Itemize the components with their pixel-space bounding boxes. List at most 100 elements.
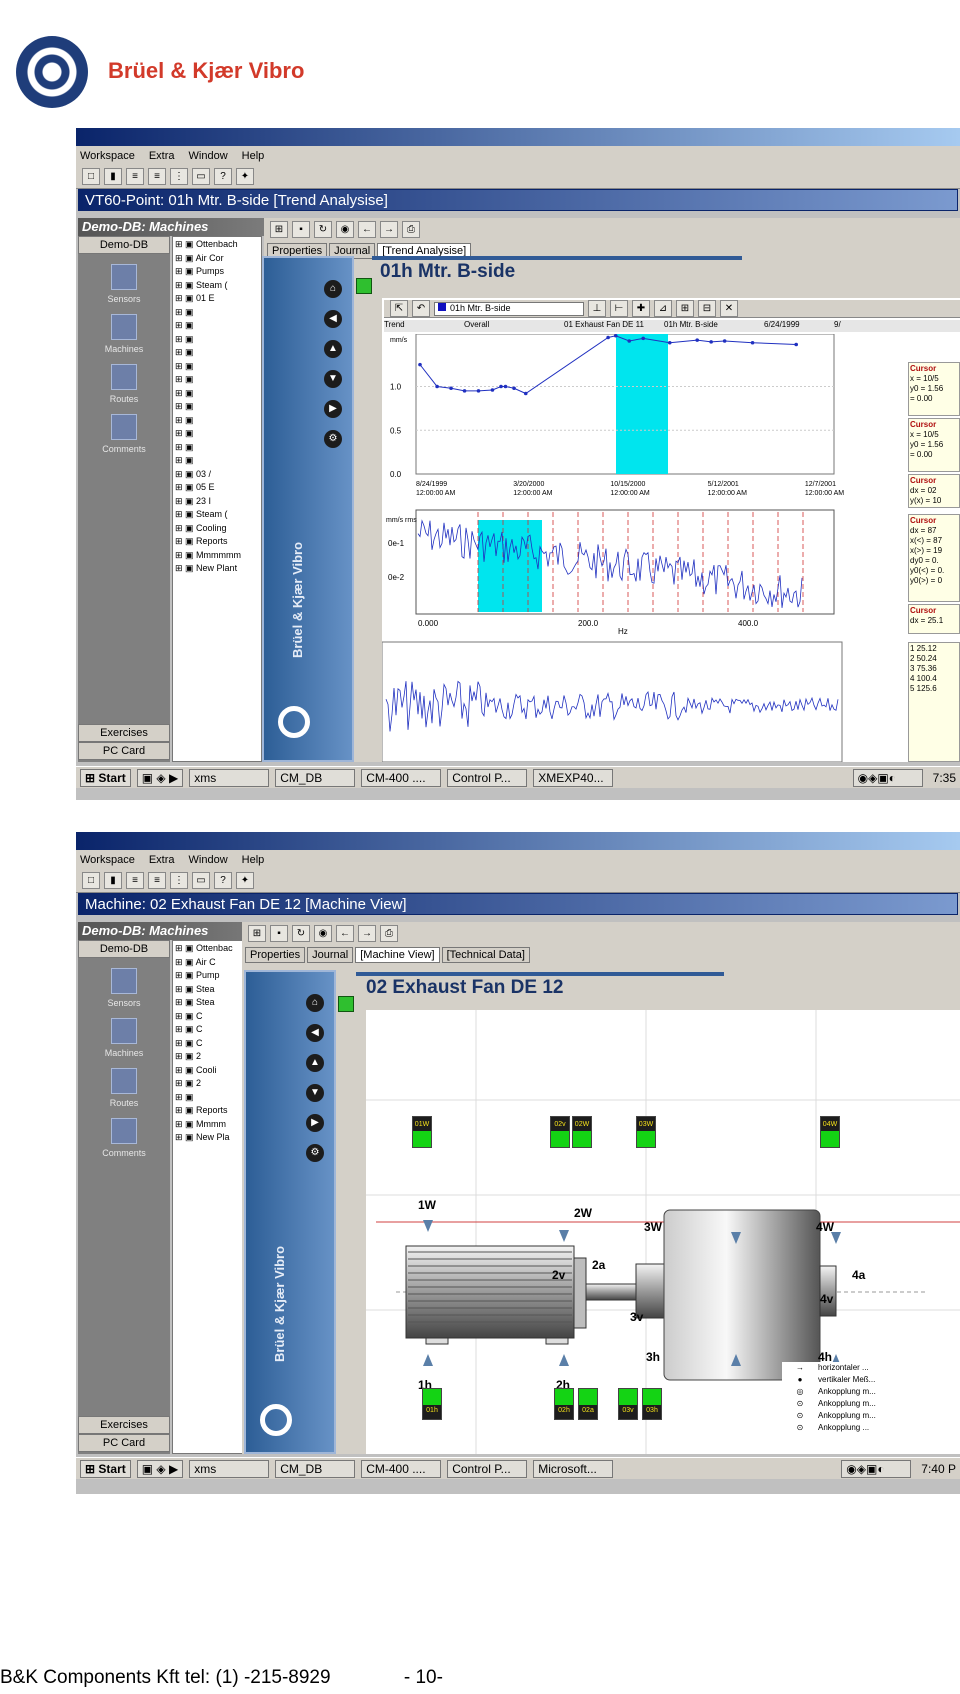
sensor-indicator[interactable]: 02a bbox=[578, 1388, 598, 1420]
measurement-point-label[interactable]: 1W bbox=[418, 1198, 436, 1212]
zoom-icon[interactable]: ⇱ bbox=[390, 300, 408, 317]
tree-node[interactable]: ⊞ ▣ bbox=[175, 401, 259, 415]
marker-icon[interactable]: ⊿ bbox=[654, 300, 672, 317]
tree-node[interactable]: ⊞ ▣ bbox=[175, 455, 259, 469]
tree-node[interactable]: ⊞ ▣ Pumps bbox=[175, 266, 259, 280]
tool-icon[interactable]: ✦ bbox=[236, 168, 254, 185]
menu-item[interactable]: Workspace bbox=[80, 150, 135, 162]
nav-item[interactable]: Machines bbox=[78, 314, 170, 354]
tree-node[interactable]: ⊞ ▣ C bbox=[175, 1011, 241, 1025]
measurement-point-label[interactable]: 3v bbox=[630, 1310, 643, 1324]
list-icon[interactable]: ≡ bbox=[126, 168, 144, 185]
menu-item[interactable]: Window bbox=[189, 150, 228, 162]
sensor-indicator[interactable]: 02h bbox=[554, 1388, 574, 1420]
down-arrow-icon[interactable]: ▼ bbox=[324, 370, 342, 388]
taskbar-item[interactable]: CM-400 .... bbox=[361, 1459, 442, 1478]
measurement-point-label[interactable]: 2a bbox=[592, 1258, 605, 1272]
tree-node[interactable]: ⊞ ▣ Stea bbox=[175, 984, 241, 998]
list-icon[interactable]: ≡ bbox=[148, 168, 166, 185]
menu-item[interactable]: Workspace bbox=[80, 854, 135, 866]
grid-icon[interactable]: ▭ bbox=[192, 872, 210, 889]
series-select[interactable]: 01h Mtr. B-side bbox=[434, 301, 584, 316]
sensor-indicator[interactable]: 04W bbox=[820, 1116, 840, 1148]
menu-item[interactable]: Extra bbox=[149, 150, 175, 162]
db-button[interactable]: Demo-DB bbox=[78, 236, 170, 254]
tree-node[interactable]: ⊞ ▣ bbox=[175, 442, 259, 456]
undo-icon[interactable]: ↶ bbox=[412, 300, 430, 317]
save-icon[interactable]: ▪ bbox=[292, 220, 310, 238]
exercises-button[interactable]: Exercises bbox=[78, 1416, 170, 1434]
help-icon[interactable]: ? bbox=[214, 168, 232, 185]
tree-node[interactable]: ⊞ ▣ Steam ( bbox=[175, 280, 259, 294]
forward-icon[interactable]: → bbox=[358, 924, 376, 942]
tree-node[interactable]: ⊞ ▣ Air Cor bbox=[175, 253, 259, 267]
right-arrow-icon[interactable]: ▶ bbox=[306, 1114, 324, 1132]
nav-item[interactable]: Comments bbox=[78, 1118, 170, 1158]
print-icon[interactable]: ⎙ bbox=[380, 924, 398, 942]
exercises-button[interactable]: Exercises bbox=[78, 724, 170, 742]
nav-item[interactable]: Sensors bbox=[78, 264, 170, 304]
cursor-icon[interactable]: ✚ bbox=[632, 300, 650, 317]
list-icon[interactable]: ≡ bbox=[126, 872, 144, 889]
nav-item[interactable]: Routes bbox=[78, 1068, 170, 1108]
tree-node[interactable]: ⊞ ▣ New Plant bbox=[175, 563, 259, 577]
tree-node[interactable]: ⊞ ▣ New Pla bbox=[175, 1132, 241, 1146]
sensor-indicator[interactable]: 01h bbox=[422, 1388, 442, 1420]
settings-icon[interactable]: ⚙ bbox=[306, 1144, 324, 1162]
nav-item[interactable]: Sensors bbox=[78, 968, 170, 1008]
tree-node[interactable]: ⊞ ▣ Steam ( bbox=[175, 509, 259, 523]
pccard-button[interactable]: PC Card bbox=[78, 742, 170, 760]
up-arrow-icon[interactable]: ▲ bbox=[324, 340, 342, 358]
taskbar-item[interactable]: CM_DB bbox=[275, 1459, 356, 1478]
tree-node[interactable]: ⊞ ▣ bbox=[175, 388, 259, 402]
measurement-point-label[interactable]: 3W bbox=[644, 1220, 662, 1234]
tree-node[interactable]: ⊞ ▣ bbox=[175, 1092, 241, 1106]
taskbar-item[interactable]: Control P... bbox=[447, 768, 528, 787]
tree-node[interactable]: ⊞ ▣ 2 bbox=[175, 1078, 241, 1092]
tab[interactable]: [Technical Data] bbox=[441, 947, 530, 963]
refresh-icon[interactable]: ↻ bbox=[314, 220, 332, 238]
quick-launch[interactable]: ▣ ◈ ▶ bbox=[136, 768, 184, 787]
list-icon[interactable]: ≡ bbox=[148, 872, 166, 889]
tree-node[interactable]: ⊞ ▣ bbox=[175, 307, 259, 321]
pccard-button[interactable]: PC Card bbox=[78, 1434, 170, 1452]
tree-node[interactable]: ⊞ ▣ C bbox=[175, 1024, 241, 1038]
taskbar-item[interactable]: xms bbox=[189, 1459, 270, 1478]
tree-node[interactable]: ⊞ ▣ 23 I bbox=[175, 496, 259, 510]
tree-icon[interactable]: ⊞ bbox=[248, 924, 266, 942]
tree-node[interactable]: ⊞ ▣ bbox=[175, 334, 259, 348]
print-icon[interactable]: ⎙ bbox=[402, 220, 420, 238]
tree-node[interactable]: ⊞ ▣ 01 E bbox=[175, 293, 259, 307]
view-icon[interactable]: ◉ bbox=[336, 220, 354, 238]
taskbar-item[interactable]: CM-400 .... bbox=[361, 768, 442, 787]
tree-node[interactable]: ⊞ ▣ Ottenbac bbox=[175, 943, 241, 957]
tree-node[interactable]: ⊞ ▣ Stea bbox=[175, 997, 241, 1011]
tab[interactable]: Properties bbox=[245, 947, 306, 963]
new-icon[interactable]: □ bbox=[82, 872, 100, 889]
back-icon[interactable]: ← bbox=[336, 924, 354, 942]
tree-icon[interactable]: ⊞ bbox=[270, 220, 288, 238]
sensor-indicator[interactable]: 03v bbox=[618, 1388, 638, 1420]
tree-node[interactable]: ⊞ ▣ bbox=[175, 428, 259, 442]
quick-launch[interactable]: ▣ ◈ ▶ bbox=[136, 1459, 184, 1478]
sensor-indicator[interactable]: 02v bbox=[550, 1116, 570, 1148]
taskbar-item[interactable]: xms bbox=[189, 768, 270, 787]
tree-node[interactable]: ⊞ ▣ bbox=[175, 415, 259, 429]
delete-icon[interactable]: ✕ bbox=[720, 300, 738, 317]
taskbar-item[interactable]: Control P... bbox=[447, 1459, 528, 1478]
tree-node[interactable]: ⊞ ▣ bbox=[175, 374, 259, 388]
tree-node[interactable]: ⊞ ▣ 2 bbox=[175, 1051, 241, 1065]
sensor-indicator[interactable]: 03W bbox=[636, 1116, 656, 1148]
tree-node[interactable]: ⊞ ▣ bbox=[175, 347, 259, 361]
new-icon[interactable]: □ bbox=[82, 168, 100, 185]
grid-icon[interactable]: ⋮ bbox=[170, 168, 188, 185]
tree-node[interactable]: ⊞ ▣ 03 / bbox=[175, 469, 259, 483]
refresh-icon[interactable]: ↻ bbox=[292, 924, 310, 942]
axis-icon[interactable]: ⊢ bbox=[610, 300, 628, 317]
tree-node[interactable]: ⊞ ▣ Ottenbach bbox=[175, 239, 259, 253]
open-icon[interactable]: ▮ bbox=[104, 872, 122, 889]
tree-node[interactable]: ⊞ ▣ Cooling bbox=[175, 523, 259, 537]
nav-item[interactable]: Comments bbox=[78, 414, 170, 454]
save-icon[interactable]: ▪ bbox=[270, 924, 288, 942]
menu-item[interactable]: Help bbox=[242, 150, 265, 162]
